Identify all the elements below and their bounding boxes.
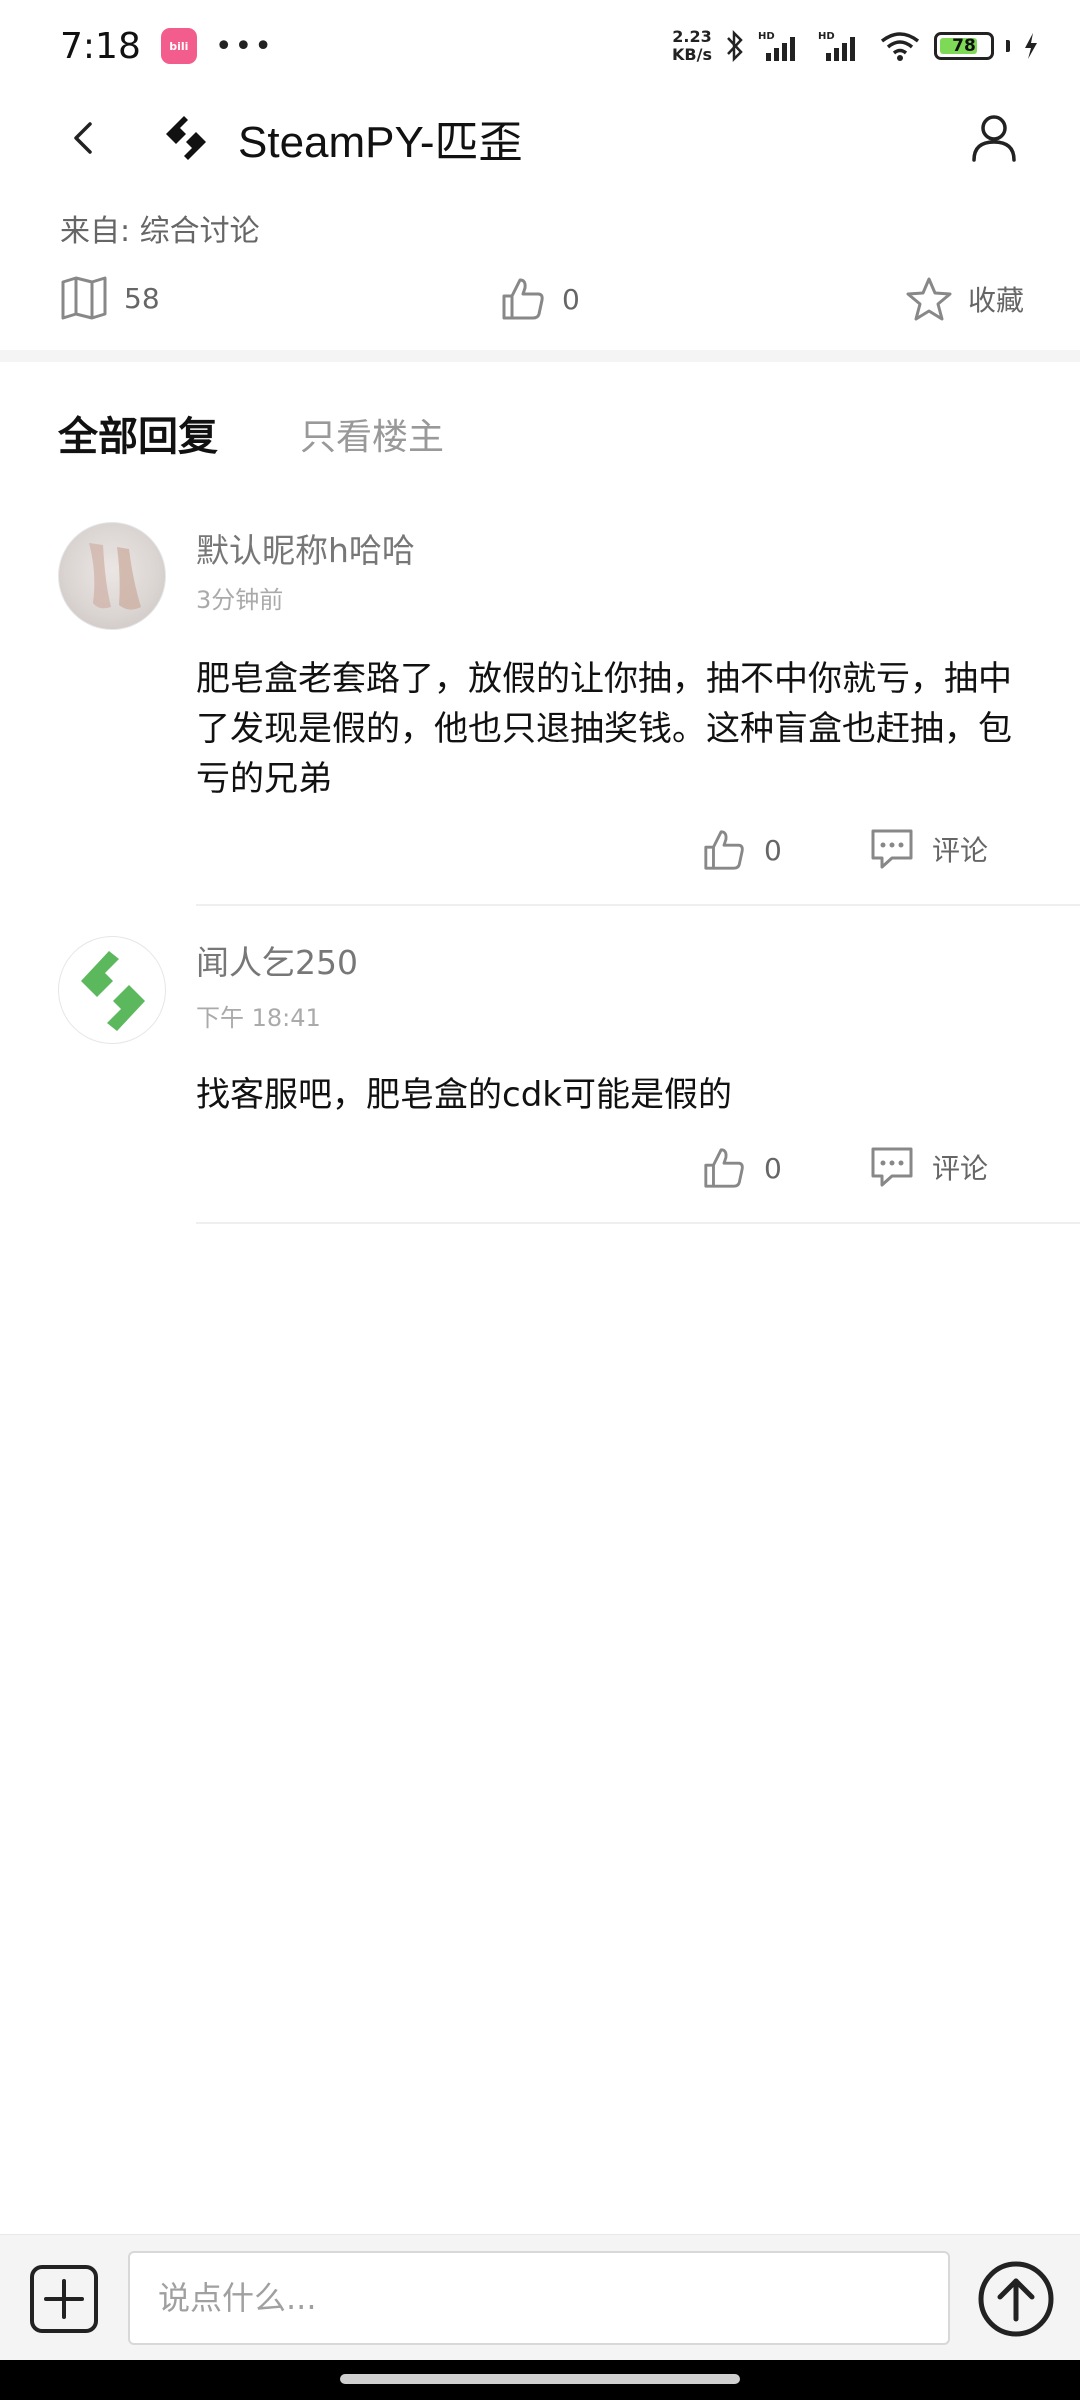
avatar[interactable] [58,936,166,1044]
reply-content: 肥皂盒老套路了，放假的让你抽，抽不中你就亏，抽中了发现是假的，他也只退抽奖钱。这… [196,659,1012,799]
status-indicators: 2.23 KB/s HD HD 78 [672,28,1040,64]
tab-all-replies[interactable]: 全部回复 [58,404,218,462]
map-icon [61,276,107,320]
back-arrow-icon[interactable] [60,114,108,162]
reply-divider [196,904,1080,906]
likes-count: 0 [562,282,580,316]
scroll-to-top-icon[interactable] [976,2259,1056,2339]
add-attachment-icon[interactable] [28,2263,100,2335]
post-source[interactable]: 来自: 综合讨论 [60,206,260,250]
charging-icon [1025,33,1037,59]
avatar-photo [59,523,165,629]
tab-op-only[interactable]: 只看楼主 [300,408,444,460]
views-count: 58 [124,281,160,315]
reply-like-button[interactable]: 0 [702,828,782,872]
system-navigation-bar [0,2360,1080,2400]
battery-cap [1006,40,1010,52]
svg-text:HD: HD [818,31,835,42]
reply-like-button[interactable]: 0 [702,1146,782,1190]
signal-hd-icon: HD [758,31,795,61]
signal-hd-icon-2: HD [818,31,855,61]
reply-time: 下午 18:41 [196,1004,321,1032]
reply-content: 找客服吧，肥皂盒的cdk可能是假的 [196,1075,732,1115]
status-bar: 7:18 bili ••• 2.23 KB/s HD HD 78 [0,0,1080,92]
page-title: SteamPY-匹歪 [238,118,523,167]
reply-comment-label: 评论 [932,834,989,867]
reply-like-count: 0 [764,1151,782,1185]
reply-comment-button[interactable]: 评论 [870,1146,988,1188]
reply-comment-button[interactable]: 评论 [870,828,988,870]
section-divider [0,350,1080,362]
favorite-label: 收藏 [968,284,1025,317]
reply-input-bar [0,2234,1080,2360]
reply-comment-label: 评论 [932,1152,989,1185]
home-gesture-handle[interactable] [340,2374,740,2384]
bilibili-app-icon: bili [160,28,197,64]
reply-time: 3分钟前 [196,586,284,614]
favorite-button[interactable]: 收藏 [906,276,1024,322]
reply-divider [196,1222,1080,1224]
network-speed: 2.23 KB/s [672,28,712,64]
reply-author[interactable]: 闻人乞250 [196,936,358,984]
reply-actions: 0 评论 [700,828,1040,878]
wifi-icon [880,32,920,61]
top-app-bar: SteamPY-匹歪 [0,92,1080,184]
reply-input[interactable] [128,2251,950,2345]
svg-text:HD: HD [758,31,775,42]
battery-level: 78 [952,36,976,56]
thumbs-up-icon [502,278,544,320]
user-profile-icon[interactable] [966,110,1022,166]
reply-author[interactable]: 默认昵称h哈哈 [196,524,415,572]
views-stat: 58 [60,276,160,320]
steampy-green-logo-avatar [81,951,145,1031]
status-time: 7:18 [60,25,141,67]
reply-like-count: 0 [764,833,782,867]
steampy-logo-icon [166,116,206,160]
avatar[interactable] [58,522,166,630]
star-icon [906,277,952,321]
bluetooth-icon [727,29,743,63]
likes-stat[interactable]: 0 [500,276,580,322]
comment-icon [871,1147,913,1187]
more-notifications-icon: ••• [214,28,274,64]
comment-icon [871,829,913,869]
thumbs-up-icon [704,1148,744,1188]
network-speed-value: 2.23 [672,27,712,46]
network-speed-unit: KB/s [672,45,712,64]
thumbs-up-icon [704,830,744,870]
battery-indicator: 78 [934,32,994,60]
reply-actions: 0 评论 [700,1146,1040,1196]
post-stats: 58 0 收藏 [0,270,1080,330]
